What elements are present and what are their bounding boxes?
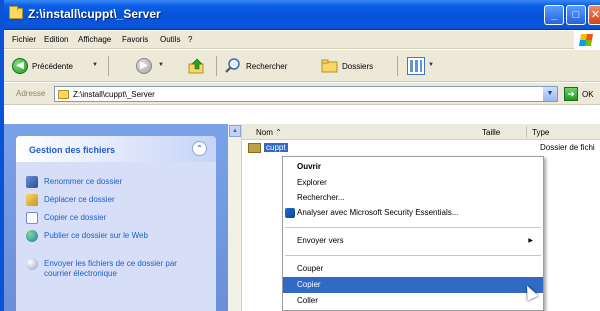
folder-icon [58,90,69,99]
forward-dropdown-icon[interactable]: ▼ [158,62,164,68]
file-name-selected[interactable]: cuppt [264,143,288,152]
security-essentials-icon [285,208,295,218]
file-type: Dossier de fichi [540,143,595,152]
collapse-chevron-icon[interactable]: ⌃ [192,141,207,156]
file-row[interactable]: cuppt Dossier de fichi [242,141,600,155]
folders-button[interactable]: Dossiers [342,62,373,71]
submenu-arrow-icon: ▶ [528,238,533,244]
address-label: Adresse [16,89,46,98]
forward-arrow-icon[interactable]: ▶ [136,58,152,74]
title-bar[interactable]: Z:\install\cuppt\_Server _ □ ✕ [0,0,600,30]
file-tasks-panel: Gestion des fichiers ⌃ Renommer ce dossi… [16,136,216,311]
search-icon[interactable] [224,57,242,75]
task-pane: Gestion des fichiers ⌃ Renommer ce dossi… [4,124,228,311]
maximize-button[interactable]: □ [566,5,586,25]
context-menu: Ouvrir Explorer Rechercher... Analyser a… [282,156,544,311]
menu-help[interactable]: ? [188,35,192,44]
minimize-button[interactable]: _ [544,5,564,25]
window-title: Z:\install\cuppt\_Server [28,7,161,21]
back-dropdown-icon[interactable]: ▼ [92,62,98,68]
menu-favoris[interactable]: Favoris [122,35,148,44]
views-dropdown-icon[interactable]: ▼ [428,62,434,68]
context-item-send-to[interactable]: Envoyer vers ▶ [283,233,543,249]
mail-icon [26,258,38,270]
column-header-row: Nom ⌃ Taille Type [242,124,600,140]
context-separator [285,227,541,228]
address-field[interactable]: Z:\install\cuppt\_Server ▼ [54,86,558,102]
vertical-scrollbar[interactable]: ▲ [228,124,242,311]
context-item-paste[interactable]: Coller [283,293,543,309]
menu-fichier[interactable]: Fichier [12,35,36,44]
folder-icon [248,143,261,153]
windows-logo-icon [574,31,600,49]
back-button[interactable]: Précédente [32,62,73,71]
menu-outils[interactable]: Outils [160,35,180,44]
search-button[interactable]: Rechercher [246,62,287,71]
views-icon[interactable] [407,57,425,75]
up-folder-icon[interactable] [188,57,206,75]
context-item-scan[interactable]: Analyser avec Microsoft Security Essenti… [283,205,543,221]
column-divider[interactable] [526,126,527,138]
toolbar-separator [397,56,398,76]
globe-icon [26,230,38,242]
copy-icon [26,212,38,224]
scroll-up-icon[interactable]: ▲ [229,125,241,137]
toolbar-separator [216,56,217,76]
file-tasks-header[interactable]: Gestion des fichiers ⌃ [16,136,216,162]
column-type[interactable]: Type [532,128,549,137]
menu-edition[interactable]: Edition [44,35,68,44]
rename-icon [26,176,38,188]
close-button[interactable]: ✕ [588,5,600,25]
column-name[interactable]: Nom ⌃ [256,128,282,137]
context-item-explore[interactable]: Explorer [283,175,543,191]
context-item-copy[interactable]: Copier [283,277,543,293]
address-bar: Adresse Z:\install\cuppt\_Server ▼ ➜ OK [4,83,600,105]
toolbar: ◀ Précédente ▼ ▶ ▼ Rechercher Dossiers ▼ [4,50,600,82]
context-item-search[interactable]: Rechercher... [283,190,543,206]
back-arrow-icon[interactable]: ◀ [12,58,28,74]
menu-affichage[interactable]: Affichage [78,35,111,44]
window-left-border [0,0,4,311]
go-arrow-icon[interactable]: ➜ [564,87,578,101]
toolbar-separator [108,56,109,76]
go-button[interactable]: OK [582,90,594,99]
column-size[interactable]: Taille [482,128,500,137]
folders-icon[interactable] [321,58,339,74]
address-value[interactable]: Z:\install\cuppt\_Server [73,90,155,99]
address-dropdown-icon[interactable]: ▼ [543,87,557,101]
move-icon [26,194,38,206]
context-item-cut[interactable]: Couper [283,261,543,277]
folder-icon [9,6,23,19]
context-item-open[interactable]: Ouvrir [283,159,543,175]
file-tasks-title[interactable]: Gestion des fichiers [29,145,115,155]
menu-bar: Fichier Edition Affichage Favoris Outils… [4,31,600,49]
context-separator [285,255,541,256]
